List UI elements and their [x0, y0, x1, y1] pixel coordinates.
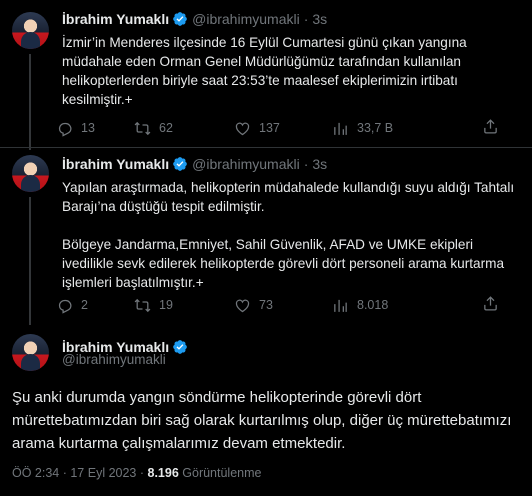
- tweet-actions: 2 19 73 8.018: [56, 295, 522, 315]
- share-button[interactable]: [482, 118, 499, 138]
- author-name[interactable]: İbrahim Yumaklı: [62, 156, 169, 172]
- retweet-button[interactable]: 62: [134, 120, 234, 137]
- author-handle[interactable]: @ibrahimyumakli: [192, 156, 300, 172]
- views-count: 33,7 B: [357, 121, 394, 135]
- views-label: Görüntülenme: [182, 466, 262, 480]
- like-button[interactable]: 137: [234, 120, 332, 137]
- tweet-text: İzmir’in Menderes ilçesinde 16 Eylül Cum…: [62, 35, 467, 107]
- like-button[interactable]: 73: [234, 297, 332, 314]
- separator-dot: ·: [303, 156, 309, 172]
- share-button[interactable]: [482, 295, 499, 315]
- tweet-time[interactable]: 3s: [312, 156, 327, 172]
- author-name[interactable]: İbrahim Yumaklı: [62, 11, 169, 27]
- separator-dot: ·: [303, 11, 309, 27]
- views-count: 8.018: [357, 298, 389, 312]
- author-handle[interactable]: @ibrahimyumakli: [192, 11, 300, 27]
- share-icon: [484, 119, 497, 134]
- share-icon: [484, 296, 497, 311]
- tweet-meta: ÖÖ 2:34 · 17 Eyl 2023 · 8.196 Görüntülen…: [12, 466, 261, 480]
- views-button[interactable]: 8.018: [332, 297, 482, 314]
- author-handle[interactable]: @ibrahimyumakli: [62, 352, 166, 367]
- reply-icon: [58, 122, 72, 137]
- main-tweet-text: Şu anki durumda yangın söndürme helikopt…: [12, 389, 512, 452]
- verified-badge-icon: [173, 12, 187, 26]
- tweet-header: İbrahim Yumaklı @ibrahimyumakli · 3s: [62, 156, 327, 172]
- like-count: 137: [259, 121, 280, 135]
- thread-line: [29, 197, 31, 325]
- retweet-count: 19: [159, 298, 173, 312]
- reply-button[interactable]: 13: [56, 120, 134, 137]
- timestamp[interactable]: ÖÖ 2:34 · 17 Eyl 2023 ·: [12, 466, 144, 480]
- divider: [0, 147, 532, 148]
- views-icon: [334, 122, 347, 135]
- views-icon: [334, 299, 347, 312]
- reply-icon: [58, 299, 72, 314]
- avatar[interactable]: [12, 155, 49, 192]
- like-count: 73: [259, 298, 273, 312]
- thread-line: [29, 54, 31, 150]
- avatar[interactable]: [12, 334, 49, 371]
- verified-badge-icon: [173, 157, 187, 171]
- like-icon: [235, 122, 250, 135]
- retweet-icon: [134, 298, 151, 312]
- avatar[interactable]: [12, 12, 49, 49]
- retweet-icon: [134, 121, 151, 135]
- retweet-button[interactable]: 19: [134, 297, 234, 314]
- tweet-time[interactable]: 3s: [312, 11, 327, 27]
- retweet-count: 62: [159, 121, 173, 135]
- reply-count: 2: [81, 298, 88, 312]
- views-button[interactable]: 33,7 B: [332, 120, 482, 137]
- tweet-actions: 13 62 137 33,7 B: [56, 118, 522, 138]
- tweet-header: İbrahim Yumaklı @ibrahimyumakli · 3s: [62, 11, 327, 27]
- views-count: 8.196: [147, 466, 179, 480]
- verified-badge-icon: [173, 340, 187, 354]
- like-icon: [235, 299, 250, 312]
- tweet-text: Yapılan araştırmada, helikopterin müdaha…: [62, 180, 515, 290]
- reply-button[interactable]: 2: [56, 297, 134, 314]
- reply-count: 13: [81, 121, 95, 135]
